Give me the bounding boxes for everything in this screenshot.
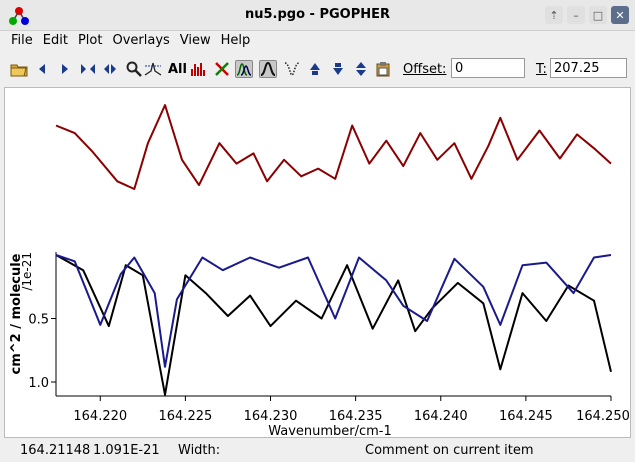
cross-icon[interactable] bbox=[213, 60, 231, 78]
overlay-components-icon[interactable] bbox=[235, 60, 253, 78]
y-tick-label: 1.0 bbox=[28, 376, 49, 391]
x-tick-label: 164.245 bbox=[499, 409, 553, 424]
overlay-profile-icon[interactable] bbox=[259, 60, 277, 78]
all-toggle[interactable]: All bbox=[168, 62, 187, 77]
x-tick-label: 164.240 bbox=[414, 409, 468, 424]
simulated-trace bbox=[55, 104, 612, 190]
menu-overlays[interactable]: Overlays bbox=[107, 31, 174, 53]
menu-edit[interactable]: Edit bbox=[38, 31, 73, 53]
y-tick-label: 0.5 bbox=[28, 313, 49, 328]
menu-plot[interactable]: Plot bbox=[73, 31, 108, 53]
window-shade-button[interactable]: ⇡ bbox=[545, 6, 563, 24]
menu-help[interactable]: Help bbox=[216, 31, 256, 53]
move-updown-icon[interactable] bbox=[352, 60, 370, 78]
component-trace bbox=[55, 254, 612, 368]
x-tick-label: 164.225 bbox=[159, 409, 213, 424]
menu-bar: File Edit Plot Overlays View Help bbox=[0, 31, 635, 53]
stick-spectrum-icon[interactable] bbox=[189, 60, 207, 78]
arrow-right-icon[interactable] bbox=[56, 60, 74, 78]
cursor-y-readout: 1.091E-21 bbox=[93, 443, 160, 458]
window-title: nu5.pgo - PGOPHER bbox=[244, 7, 391, 22]
x-tick-label: 164.250 bbox=[576, 409, 630, 424]
y-axis-scale-label: /1e-21 bbox=[20, 252, 34, 291]
arrows-out-icon[interactable] bbox=[101, 60, 119, 78]
width-label: Width: bbox=[178, 443, 221, 458]
arrow-left-icon[interactable] bbox=[33, 60, 51, 78]
open-folder-icon[interactable] bbox=[10, 60, 28, 78]
temperature-label: T: bbox=[536, 62, 547, 77]
window-minimize-button[interactable]: – bbox=[567, 6, 585, 24]
window-close-button[interactable]: ✕ bbox=[611, 6, 629, 24]
comment-field: Comment on current item bbox=[365, 443, 534, 458]
cursor-x-readout: 164.21148 bbox=[20, 443, 91, 458]
temperature-input[interactable] bbox=[550, 58, 627, 78]
spectrum-chart[interactable]: 164.220 164.225 164.230 164.235 164.240 164.2… bbox=[5, 88, 632, 439]
menu-file[interactable]: File bbox=[6, 31, 38, 53]
offset-input[interactable] bbox=[451, 58, 525, 78]
offset-label: Offset: bbox=[403, 62, 447, 77]
move-up-icon[interactable] bbox=[306, 60, 324, 78]
status-bar: 164.21148 1.091E-21 Width: Comment on cu… bbox=[0, 440, 635, 462]
x-axis-label: Wavenumber/cm-1 bbox=[268, 424, 392, 439]
clipboard-icon[interactable] bbox=[374, 60, 392, 78]
zoom-icon[interactable] bbox=[125, 60, 143, 78]
menu-view[interactable]: View bbox=[175, 31, 216, 53]
dotted-profile-icon[interactable] bbox=[283, 60, 301, 78]
title-bar: nu5.pgo - PGOPHER ⇡ – □ ✕ bbox=[0, 0, 635, 31]
move-down-icon[interactable] bbox=[329, 60, 347, 78]
arrows-in-icon[interactable] bbox=[79, 60, 97, 78]
x-tick-label: 164.235 bbox=[329, 409, 383, 424]
x-tick-label: 164.220 bbox=[73, 409, 127, 424]
peak-fit-icon[interactable] bbox=[144, 60, 162, 78]
total-profile-trace bbox=[55, 254, 612, 396]
x-tick-label: 164.230 bbox=[244, 409, 298, 424]
window-maximize-button[interactable]: □ bbox=[589, 6, 607, 24]
spectrum-plot-area[interactable]: 164.220 164.225 164.230 164.235 164.240 164.2… bbox=[4, 87, 632, 439]
